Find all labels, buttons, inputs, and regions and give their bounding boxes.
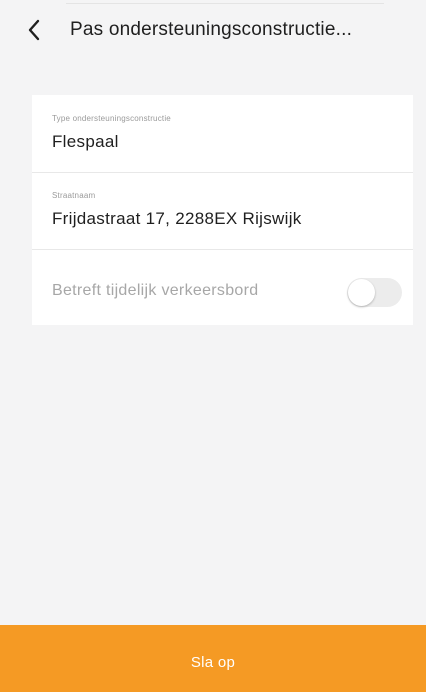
street-label: Straatnaam (52, 191, 96, 200)
temporary-sign-toggle[interactable] (347, 278, 402, 307)
street-field[interactable]: Straatnaam Frijdastraat 17, 2288EX Rijsw… (32, 173, 413, 249)
app-header: Pas ondersteuningsconstructie... (0, 0, 426, 66)
support-type-field[interactable]: Type ondersteuningsconstructie Flespaal (32, 95, 413, 172)
support-type-value: Flespaal (52, 132, 119, 151)
field-divider (32, 249, 413, 250)
header-divider (66, 3, 384, 4)
page-title: Pas ondersteuningsconstructie... (70, 19, 353, 40)
chevron-left-icon (27, 19, 41, 46)
temporary-sign-label: Betreft tijdelijk verkeersbord (52, 282, 259, 299)
street-value: Frijdastraat 17, 2288EX Rijswijk (52, 209, 302, 228)
form-card: Type ondersteuningsconstructie Flespaal … (32, 95, 413, 325)
save-button-label: Sla op (190, 654, 236, 671)
support-type-label: Type ondersteuningsconstructie (52, 114, 171, 123)
back-button[interactable] (16, 14, 52, 50)
toggle-knob (348, 279, 375, 306)
save-button[interactable]: Sla op (0, 625, 426, 692)
